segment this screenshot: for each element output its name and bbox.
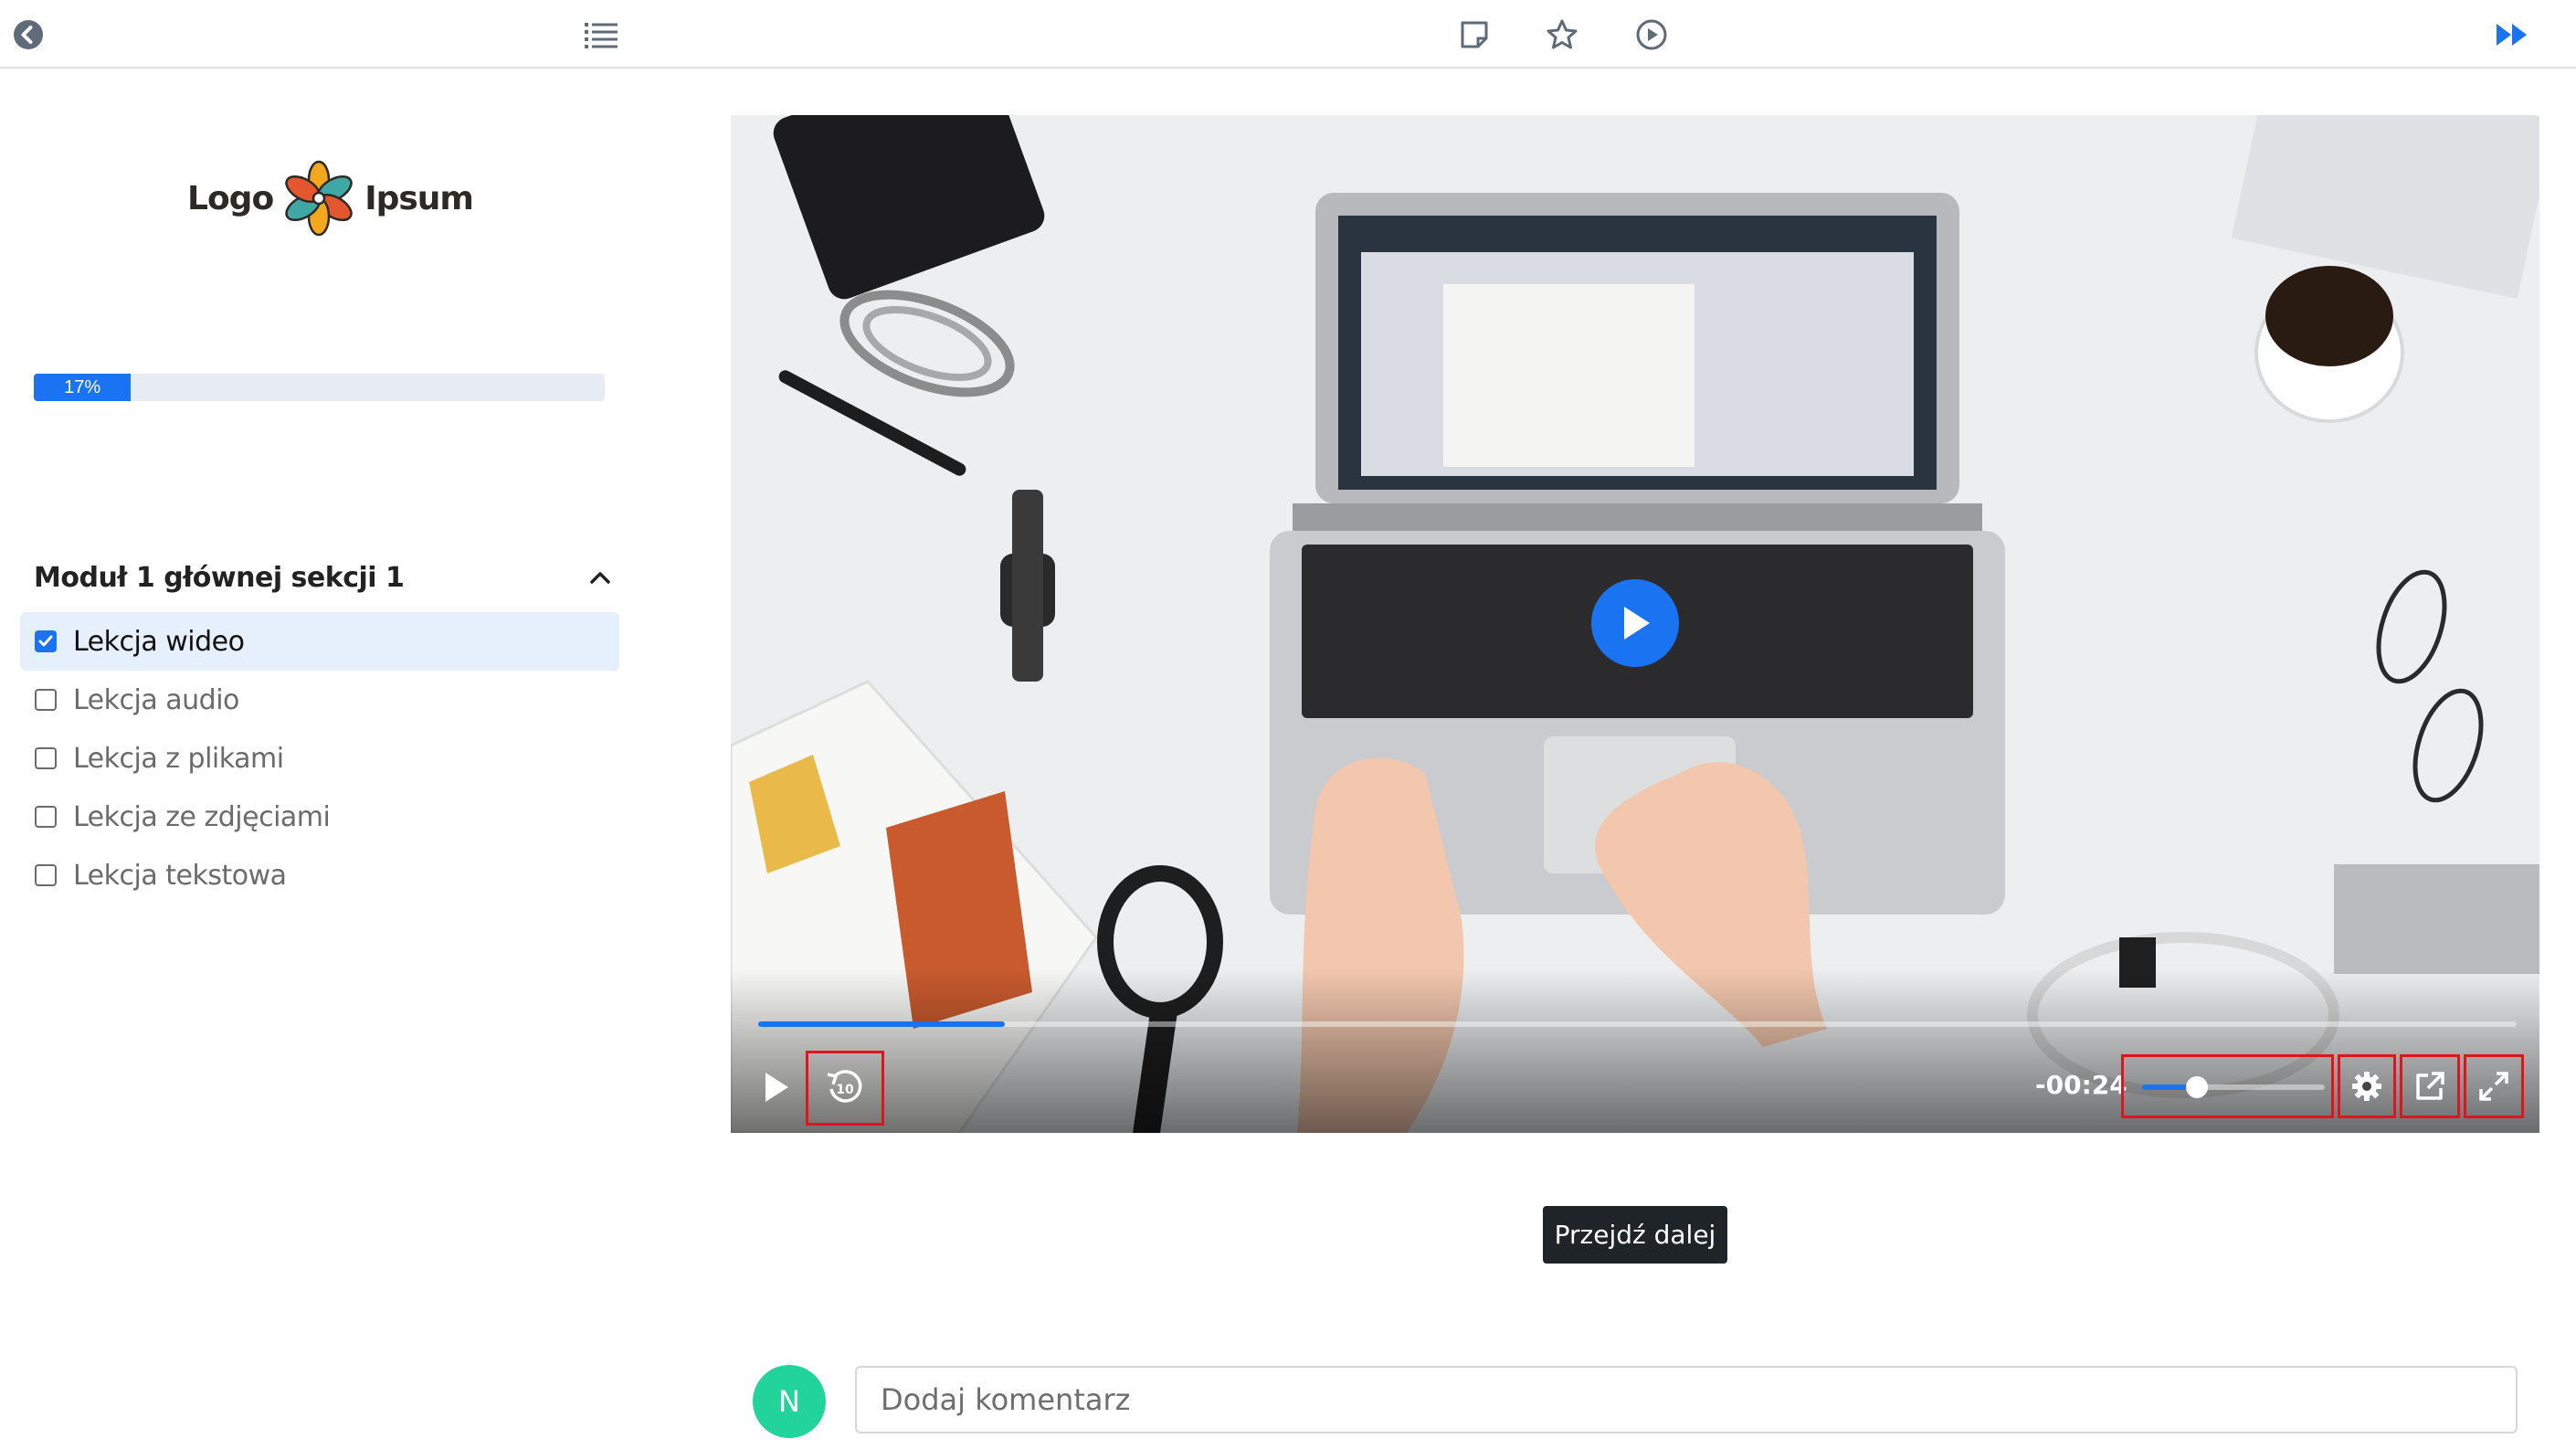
logo-text-left: Logo <box>187 179 274 217</box>
time-remaining: -00:24 <box>2035 1070 2127 1100</box>
big-play-button[interactable] <box>1591 579 1679 667</box>
module-header[interactable]: Moduł 1 głównej sekcji 1 <box>34 555 618 600</box>
volume-slider[interactable] <box>2121 1054 2334 1118</box>
lesson-label: Lekcja z plikami <box>73 742 284 775</box>
comment-input[interactable] <box>855 1366 2518 1433</box>
play-icon[interactable] <box>751 1062 802 1113</box>
lesson-item[interactable]: Lekcja audio <box>20 671 619 729</box>
checkbox[interactable] <box>35 689 57 711</box>
logo: Logo Ipsum <box>187 157 474 239</box>
lesson-item[interactable]: Lekcja wideo <box>20 612 619 671</box>
volume-track[interactable] <box>2142 1076 2325 1098</box>
list-icon[interactable] <box>577 11 625 58</box>
volume-knob[interactable] <box>2186 1076 2208 1098</box>
chevron-up-icon[interactable] <box>582 559 618 596</box>
seek-bar[interactable] <box>758 1021 2517 1027</box>
lesson-item[interactable]: Lekcja ze zdjęciami <box>20 788 619 846</box>
play-circle-icon[interactable] <box>1628 11 1675 58</box>
logo-flower-icon <box>285 160 353 237</box>
lesson-label: Lekcja tekstowa <box>73 859 287 892</box>
checkbox-checked[interactable] <box>35 630 57 652</box>
top-bar <box>0 0 2576 69</box>
module-title: Moduł 1 głównej sekcji 1 <box>34 561 405 594</box>
lesson-label: Lekcja ze zdjęciami <box>73 800 331 833</box>
fast-forward-icon[interactable] <box>2488 11 2536 58</box>
seek-bar-played <box>758 1021 1005 1027</box>
avatar: N <box>753 1365 826 1438</box>
fullscreen-icon[interactable] <box>2464 1054 2524 1118</box>
next-lesson-button[interactable]: Przejdź dalej <box>1543 1206 1727 1264</box>
star-icon[interactable] <box>1538 11 1586 58</box>
checkbox[interactable] <box>35 747 57 769</box>
lesson-item[interactable]: Lekcja z plikami <box>20 729 619 788</box>
gear-icon[interactable] <box>2338 1054 2396 1118</box>
note-icon[interactable] <box>1451 11 1498 58</box>
lesson-label: Lekcja audio <box>73 683 239 716</box>
logo-text-right: Ipsum <box>364 179 474 217</box>
video-player[interactable]: 10 -00:24 <box>731 115 2539 1133</box>
svg-text:10: 10 <box>836 1083 854 1097</box>
progress-fill: 17% <box>34 374 132 401</box>
external-link-icon[interactable] <box>2400 1054 2460 1118</box>
checkbox[interactable] <box>35 806 57 828</box>
sidebar: Logo Ipsum 17% Moduł 1 głównej sekcji 1 … <box>0 70 658 1449</box>
lesson-list: Lekcja wideo Lekcja audio Lekcja z plika… <box>20 612 619 904</box>
back-circle-icon[interactable] <box>5 11 52 58</box>
rewind-10-icon[interactable]: 10 <box>806 1051 884 1126</box>
checkbox[interactable] <box>35 864 57 886</box>
lesson-label: Lekcja wideo <box>73 625 245 658</box>
course-progress-bar: 17% <box>34 374 605 401</box>
lesson-item[interactable]: Lekcja tekstowa <box>20 846 619 904</box>
